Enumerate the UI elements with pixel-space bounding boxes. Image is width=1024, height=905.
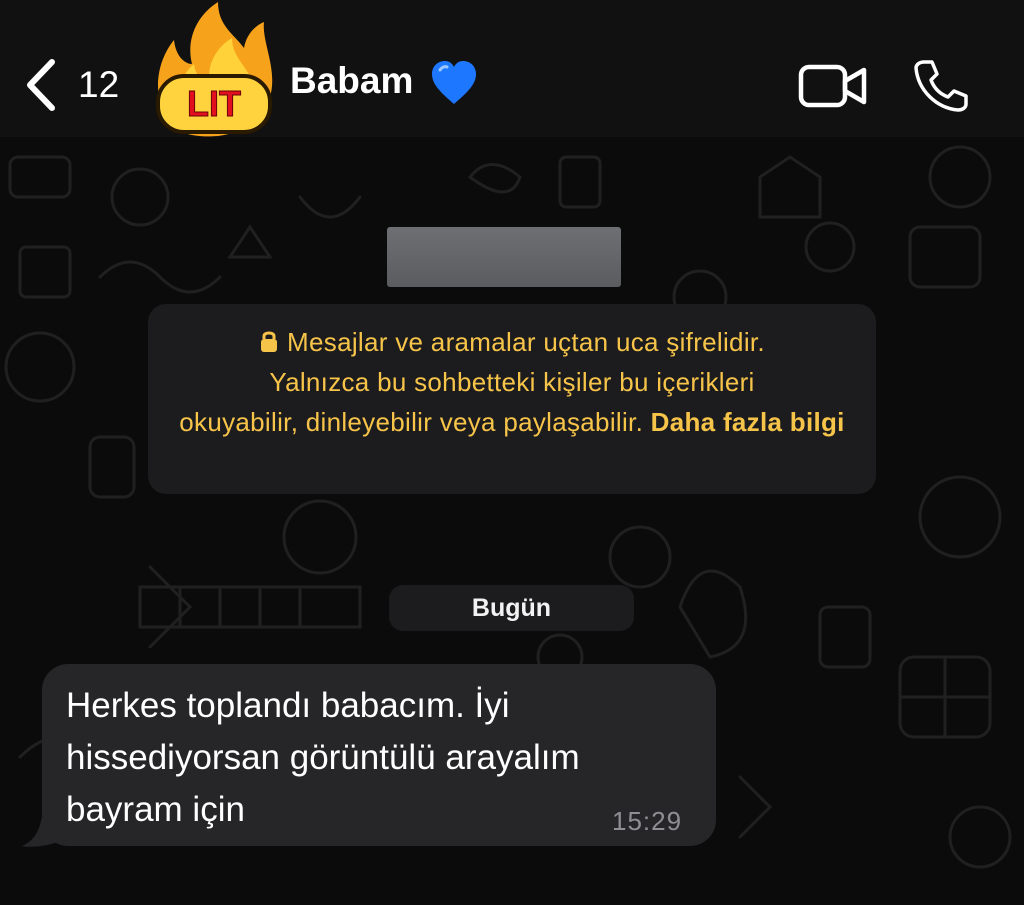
chat-header: 12 LIT Babam — [0, 0, 1024, 137]
avatar-sticker-text: LIT — [187, 83, 241, 124]
encryption-notice[interactable]: Mesajlar ve aramalar uçtan uca şifrelidi… — [148, 304, 876, 494]
redacted-block — [387, 227, 621, 287]
phone-icon — [914, 60, 968, 112]
lock-icon — [261, 331, 278, 352]
video-call-button[interactable] — [798, 64, 868, 108]
back-button[interactable]: 12 — [24, 58, 119, 112]
date-separator: Bugün — [389, 585, 634, 631]
message-line-3: bayram için — [66, 790, 245, 829]
blue-heart-icon — [432, 61, 476, 104]
voice-call-button[interactable] — [912, 58, 970, 112]
message-line-1: Herkes toplandı babacım. İyi — [66, 686, 510, 725]
encryption-line-3: okuyabilir, dinleyebilir veya paylaşabil… — [179, 407, 644, 437]
learn-more-link[interactable]: Daha fazla bilgi — [651, 407, 845, 437]
message-line-2: hissediyorsan görüntülü arayalım — [66, 738, 580, 777]
unread-count: 12 — [78, 64, 120, 105]
encryption-line-2: Yalnızca bu sohbetteki kişiler bu içerik… — [269, 367, 755, 397]
message-timestamp: 15:29 — [612, 806, 683, 836]
avatar[interactable]: LIT — [148, 0, 280, 142]
video-camera-icon — [798, 64, 867, 108]
encryption-line-1: Mesajlar ve aramalar uçtan uca şifrelidi… — [287, 327, 765, 357]
contact-name[interactable]: Babam — [290, 60, 413, 102]
chevron-left-icon — [27, 59, 55, 111]
